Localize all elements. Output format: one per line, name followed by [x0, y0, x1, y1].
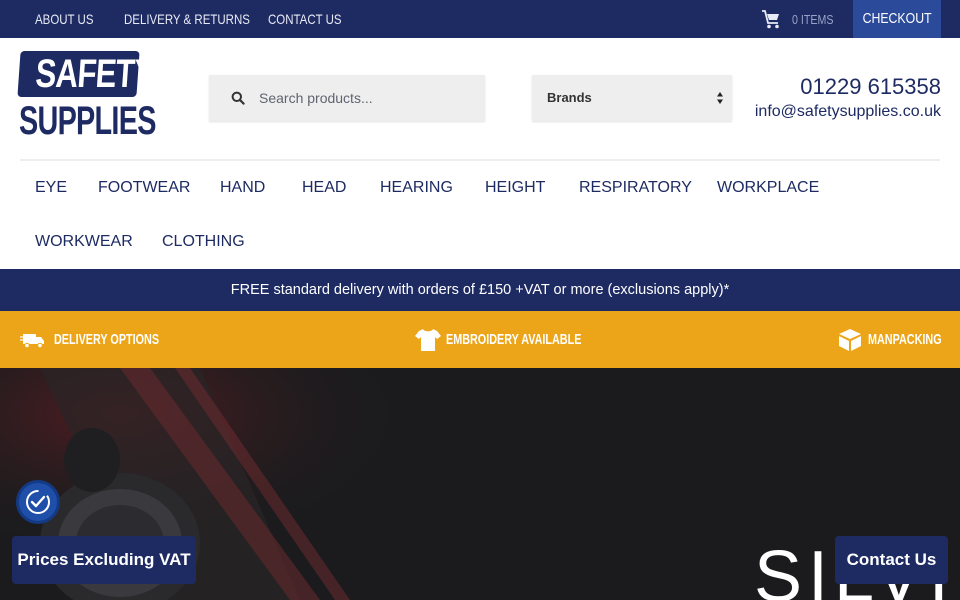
- feature-manpacking-label: MANPACKING: [868, 331, 942, 348]
- contact-us-link[interactable]: CONTACT US: [268, 0, 342, 38]
- nav-item-hand[interactable]: HAND: [220, 179, 265, 197]
- cart-icon: [762, 10, 779, 29]
- feature-manpacking[interactable]: MANPACKING: [838, 311, 960, 368]
- features-bar: DELIVERY OPTIONS EMBROIDERY AVAILABLE MA…: [0, 311, 960, 368]
- logo-line-1: SAFETY: [17, 51, 156, 97]
- about-us-link[interactable]: ABOUT US: [35, 0, 93, 38]
- cart-button[interactable]: 0 ITEMS: [760, 0, 843, 38]
- nav-item-workplace[interactable]: WORKPLACE: [717, 179, 819, 197]
- feature-delivery-options[interactable]: DELIVERY OPTIONS: [20, 311, 200, 368]
- select-arrows-icon: [717, 92, 723, 104]
- nav-item-respiratory[interactable]: RESPIRATORY: [579, 179, 692, 197]
- logo-line-2: SUPPLIES: [19, 101, 156, 141]
- cart-count: 0 ITEMS: [792, 11, 834, 27]
- nav-item-height[interactable]: HEIGHT: [485, 179, 545, 197]
- accessibility-icon: [26, 490, 50, 514]
- search-icon: [231, 91, 245, 105]
- nav-item-eye[interactable]: EYE: [35, 179, 67, 197]
- email-link[interactable]: info@safetysupplies.co.uk: [755, 103, 941, 121]
- phone-number[interactable]: 01229 615358: [800, 74, 941, 100]
- feature-embroidery[interactable]: EMBROIDERY AVAILABLE: [415, 311, 634, 368]
- brands-select-value: Brands: [547, 90, 592, 105]
- nav-item-hearing[interactable]: HEARING: [380, 179, 453, 197]
- search-box[interactable]: Search products...: [209, 75, 485, 121]
- search-input[interactable]: Search products...: [259, 90, 373, 106]
- contact-us-button[interactable]: Contact Us: [835, 536, 948, 584]
- truck-icon: [20, 333, 44, 348]
- brands-select[interactable]: Brands: [532, 75, 732, 121]
- box-icon: [839, 328, 861, 351]
- checkout-label: CHECKOUT: [862, 10, 932, 27]
- tshirt-icon: [415, 328, 441, 351]
- feature-delivery-options-label: DELIVERY OPTIONS: [54, 331, 160, 348]
- logo-line-1-text: SAFETY: [34, 52, 156, 96]
- logo[interactable]: SAFETY SUPPLIES: [17, 51, 156, 141]
- accessibility-button[interactable]: [16, 480, 60, 524]
- nav-item-workwear[interactable]: WORKWEAR: [35, 233, 133, 251]
- nav-item-footwear[interactable]: FOOTWEAR: [98, 179, 190, 197]
- nav-item-head[interactable]: HEAD: [302, 179, 346, 197]
- header-divider: [20, 159, 940, 161]
- nav-item-clothing[interactable]: CLOTHING: [162, 233, 245, 251]
- feature-embroidery-label: EMBROIDERY AVAILABLE: [446, 331, 582, 348]
- logo-line-2-text: SUPPLIES: [19, 99, 156, 143]
- prices-vat-toggle[interactable]: Prices Excluding VAT: [12, 536, 196, 584]
- checkout-button[interactable]: CHECKOUT: [853, 0, 941, 38]
- free-delivery-banner: FREE standard delivery with orders of £1…: [0, 269, 960, 311]
- delivery-returns-link[interactable]: DELIVERY & RETURNS: [124, 0, 250, 38]
- top-bar: ABOUT US DELIVERY & RETURNS CONTACT US 0…: [0, 0, 960, 38]
